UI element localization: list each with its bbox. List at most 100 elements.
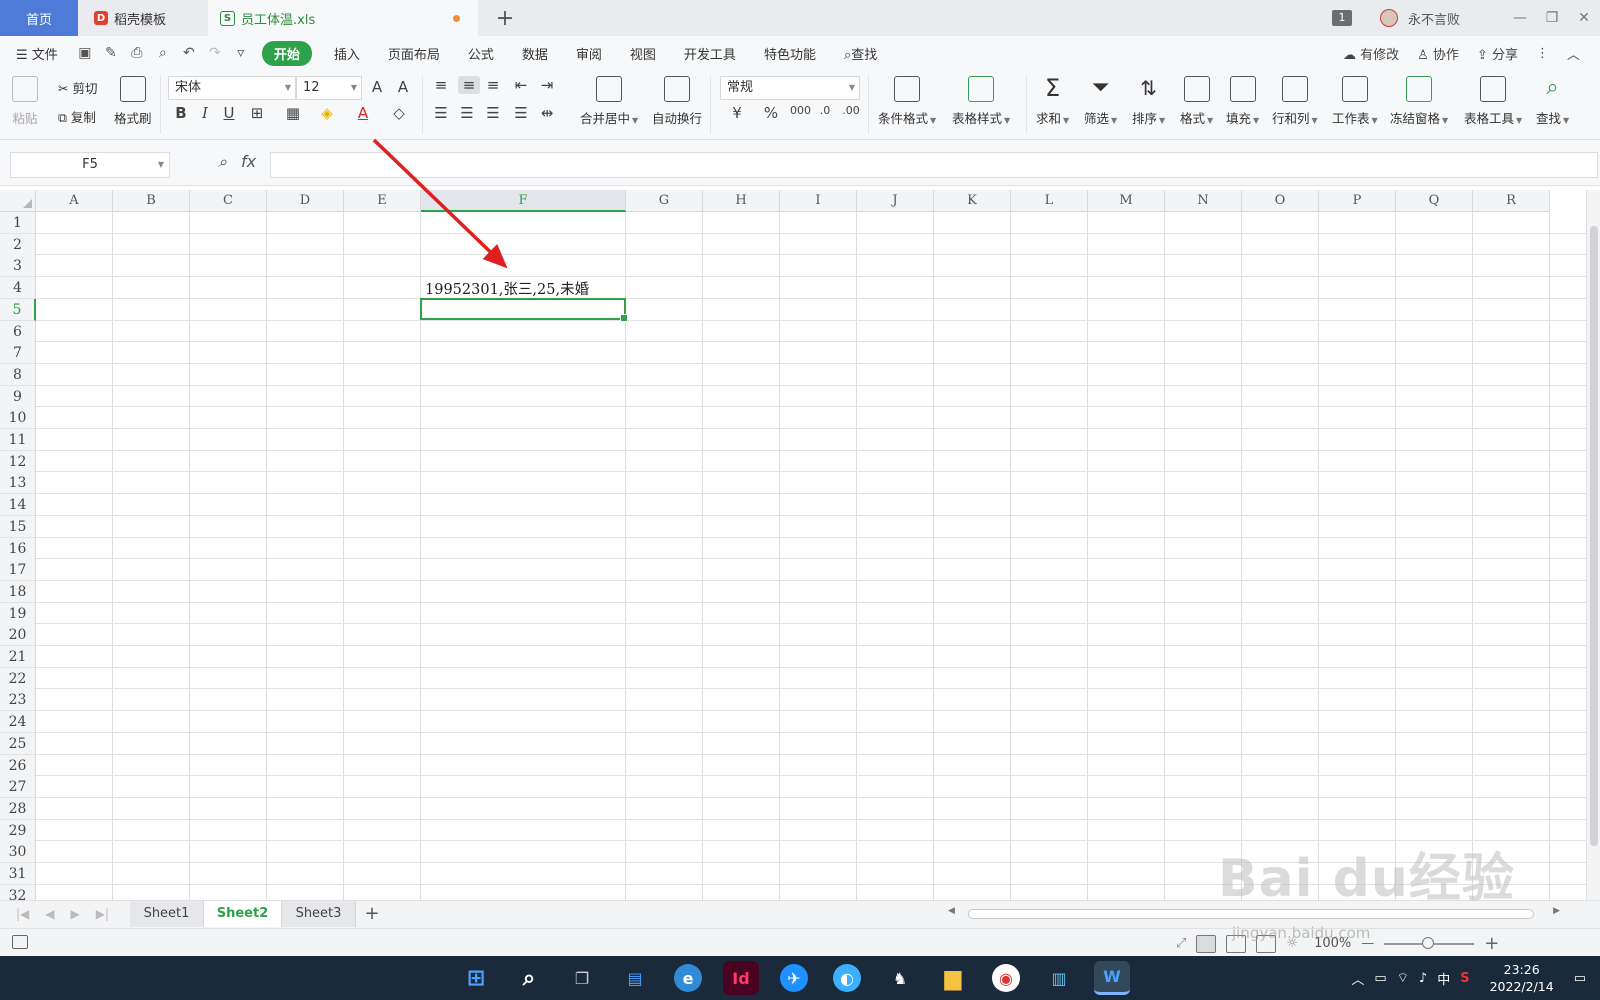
ime-indicator[interactable]: 中	[1437, 969, 1450, 988]
menu-insert[interactable]: 插入	[320, 44, 374, 63]
row-header-2[interactable]: 2	[0, 233, 36, 256]
more-icon[interactable]: ⋮	[1536, 46, 1549, 61]
row-header-31[interactable]: 31	[0, 863, 36, 885]
align-middle-icon[interactable]: ≡	[458, 76, 480, 94]
row-col-button[interactable]: 行和列 ▼	[1272, 76, 1318, 127]
column-header-n[interactable]: N	[1165, 190, 1242, 212]
row-header-10[interactable]: 10	[0, 407, 36, 430]
collaborate-button[interactable]: ♙ 协作	[1417, 44, 1459, 63]
menu-file[interactable]: ☰ 文件	[0, 44, 72, 63]
eraser-icon[interactable]: ◇	[390, 104, 408, 122]
close-button[interactable]: ✕	[1568, 10, 1600, 26]
column-header-m[interactable]: M	[1088, 190, 1165, 212]
save-icon[interactable]: ▣	[77, 45, 93, 61]
notepad-icon[interactable]: ▥	[1041, 961, 1077, 995]
row-header-30[interactable]: 30	[0, 841, 36, 864]
column-header-a[interactable]: A	[36, 190, 113, 212]
cell-border-style-icon[interactable]: ▦	[284, 104, 302, 122]
menu-view[interactable]: 视图	[616, 44, 670, 63]
paste-button[interactable]: 粘贴	[12, 76, 38, 127]
row-header-8[interactable]: 8	[0, 363, 36, 386]
increase-decimal-icon[interactable]: .0	[816, 104, 834, 117]
column-header-d[interactable]: D	[267, 190, 344, 212]
tab-home[interactable]: 首页	[0, 0, 78, 36]
row-header-17[interactable]: 17	[0, 559, 36, 582]
row-header-28[interactable]: 28	[0, 797, 36, 820]
format-painter-small-icon[interactable]: ✎	[103, 45, 119, 61]
active-cell-f5[interactable]	[420, 297, 628, 323]
feishu-icon[interactable]: ✈	[780, 964, 808, 992]
row-header-1[interactable]: 1	[0, 212, 36, 234]
copy-button[interactable]: ⧉ 复制	[58, 107, 96, 126]
sheet-tab-sheet1[interactable]: Sheet1	[130, 901, 204, 927]
row-header-7[interactable]: 7	[0, 342, 36, 365]
wifi-icon[interactable]: ⌔	[1397, 970, 1409, 986]
indent-icon[interactable]: ⇥	[538, 76, 556, 94]
menu-review[interactable]: 审阅	[562, 44, 616, 63]
window-count-badge[interactable]: 1	[1331, 10, 1352, 26]
minimize-button[interactable]: —	[1504, 10, 1536, 26]
tray-expand-icon[interactable]: ︿	[1351, 969, 1364, 988]
menu-formula[interactable]: 公式	[454, 44, 508, 63]
vertical-scrollbar[interactable]	[1586, 190, 1600, 900]
worksheet-button[interactable]: 工作表 ▼	[1332, 76, 1378, 127]
row-header-9[interactable]: 9	[0, 385, 36, 408]
column-header-e[interactable]: E	[344, 190, 421, 212]
qq-penguin-icon[interactable]: ♞	[882, 961, 918, 995]
notification-icon[interactable]: ▭	[1574, 971, 1586, 986]
column-header-i[interactable]: I	[780, 190, 857, 212]
avatar[interactable]	[1379, 9, 1398, 27]
spreadsheet-grid[interactable]: A B C D E F G H I J K L M N O P Q R 1 2 3 4 5 6 7 8 9 10 11 12 13 14 15 1…	[0, 190, 1586, 900]
sogou-ime-icon[interactable]: S	[1460, 971, 1469, 986]
column-header-q[interactable]: Q	[1396, 190, 1473, 212]
align-bottom-icon[interactable]: ≡	[484, 76, 502, 94]
column-header-b[interactable]: B	[113, 190, 190, 212]
menu-developer[interactable]: 开发工具	[670, 44, 750, 63]
user-name[interactable]: 永不言败	[1408, 9, 1460, 28]
align-left-icon[interactable]: ☰	[432, 104, 450, 122]
new-tab-button[interactable]: +	[490, 0, 520, 36]
sum-button[interactable]: Σ 求和 ▼	[1036, 76, 1069, 127]
restore-button[interactable]: ❐	[1536, 10, 1568, 26]
normal-view-icon[interactable]	[1196, 934, 1217, 953]
row-header-21[interactable]: 21	[0, 646, 36, 668]
first-sheet-icon[interactable]: |◀	[16, 907, 29, 921]
fill-color-icon[interactable]: ◈	[318, 104, 336, 122]
borders-icon[interactable]: ⊞	[248, 104, 266, 122]
sheet-tab-sheet2[interactable]: Sheet2	[204, 901, 282, 927]
scroll-right-icon[interactable]: ▶	[1553, 906, 1560, 916]
align-center-icon[interactable]: ☰	[458, 104, 476, 122]
row-header-13[interactable]: 13	[0, 472, 36, 495]
distribute-icon[interactable]: ⇹	[538, 104, 556, 122]
prev-sheet-icon[interactable]: ◀	[45, 907, 54, 921]
row-header-18[interactable]: 18	[0, 580, 36, 603]
row-header-20[interactable]: 20	[0, 624, 36, 647]
row-header-16[interactable]: 16	[0, 537, 36, 560]
column-header-g[interactable]: G	[626, 190, 703, 212]
column-header-r[interactable]: R	[1473, 190, 1550, 212]
sort-button[interactable]: ⇅ 排序 ▼	[1132, 76, 1165, 127]
tab-templates[interactable]: D 稻壳模板	[80, 0, 208, 36]
column-header-p[interactable]: P	[1319, 190, 1396, 212]
conditional-format-button[interactable]: 条件格式 ▼	[878, 76, 936, 127]
edge-browser-icon[interactable]: e	[674, 964, 702, 992]
format-button[interactable]: 格式 ▼	[1180, 76, 1213, 127]
modified-button[interactable]: ☁ 有修改	[1343, 44, 1399, 63]
row-header-22[interactable]: 22	[0, 667, 36, 690]
find-button[interactable]: ⌕ 查找 ▼	[1536, 76, 1569, 127]
column-header-h[interactable]: H	[703, 190, 780, 212]
clock[interactable]: 23:26 2022/2/14	[1490, 961, 1554, 995]
search-icon[interactable]: ⌕	[511, 961, 547, 995]
font-size-select[interactable]: 12 ▼	[296, 76, 362, 100]
zoom-slider[interactable]	[1384, 936, 1475, 949]
menu-special[interactable]: 特色功能	[750, 44, 830, 63]
row-header-4[interactable]: 4	[0, 277, 36, 300]
menu-data[interactable]: 数据	[508, 44, 562, 63]
font-name-select[interactable]: 宋体 ▼	[168, 76, 296, 100]
column-header-j[interactable]: J	[857, 190, 934, 212]
underline-icon[interactable]: U	[220, 104, 238, 122]
zoom-in-icon[interactable]: +	[1484, 933, 1499, 954]
column-header-l[interactable]: L	[1011, 190, 1088, 212]
bold-icon[interactable]: B	[172, 104, 190, 122]
file-explorer-icon[interactable]: ▆	[935, 961, 971, 995]
